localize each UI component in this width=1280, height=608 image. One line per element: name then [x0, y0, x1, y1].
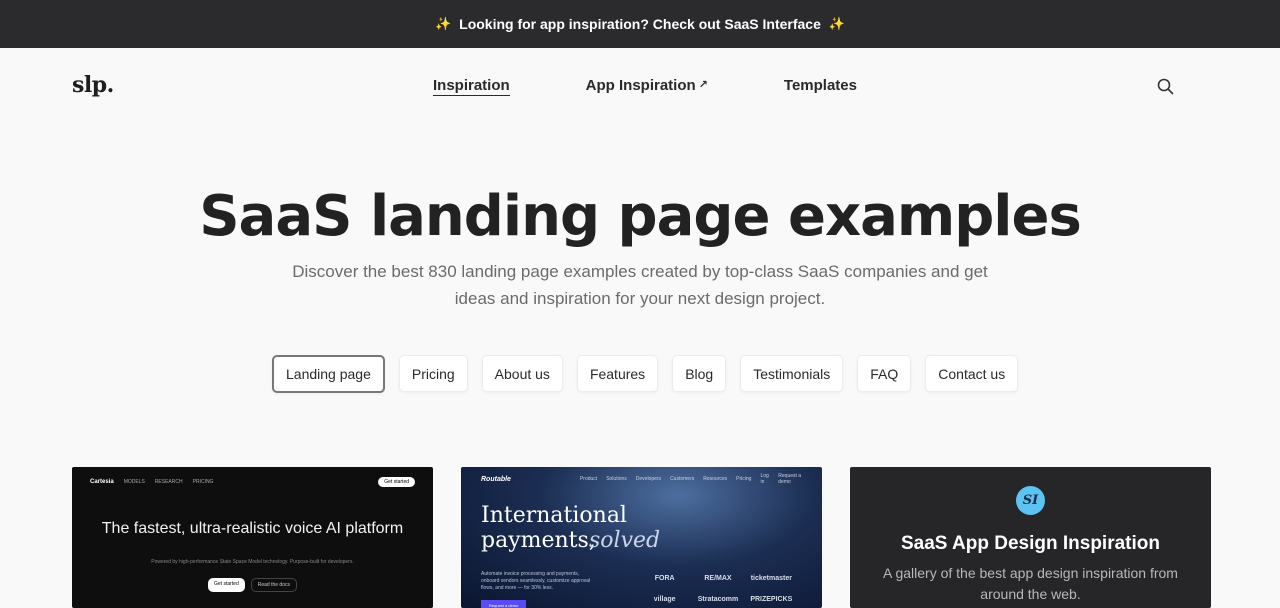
example-card-cartesia[interactable]: Cartesia MODELS RESEARCH PRICING Get sta…: [72, 467, 433, 608]
example-card-routable[interactable]: Routable Product Solutions Developers Cu…: [461, 467, 822, 608]
filter-about-us[interactable]: About us: [481, 355, 563, 392]
card-preview-nav: Cartesia MODELS RESEARCH PRICING Get sta…: [90, 477, 415, 487]
client-logo: FORA: [654, 575, 675, 582]
promo-card-title: SaaS App Design Inspiration: [900, 533, 1160, 554]
promo-card-saas-interface[interactable]: SI SaaS App Design Inspiration A gallery…: [850, 467, 1211, 608]
sparkle-icon: ✨: [434, 16, 452, 31]
filter-blog[interactable]: Blog: [672, 355, 727, 392]
card-preview-subtitle: Powered by high-performance State Space …: [151, 559, 354, 565]
card-nav-item: Pricing: [736, 476, 752, 482]
card-nav-item: PRICING: [192, 479, 214, 485]
top-banner[interactable]: ✨ Looking for app inspiration? Check out…: [0, 0, 1280, 48]
nav-label: App Inspiration: [585, 77, 696, 94]
card-preview-button: Get started: [208, 578, 245, 592]
card-preview-button: Read the docs: [250, 578, 297, 592]
promo-card-text: A gallery of the best app design inspira…: [883, 565, 1178, 602]
card-brand: Routable: [481, 475, 511, 483]
sparkle-icon: ✨: [828, 16, 846, 31]
nav-app-inspiration[interactable]: App Inspiration ↗: [586, 77, 708, 96]
card-preview-title: International payments, solved: [481, 503, 660, 553]
nav-inspiration[interactable]: Inspiration: [433, 77, 510, 96]
banner-text[interactable]: Looking for app inspiration? Check out S…: [459, 16, 821, 32]
client-logo: Stratacomm: [697, 596, 739, 603]
card-nav-item: MODELS: [123, 479, 145, 485]
card-nav-item: RESEARCH: [154, 479, 183, 485]
nav-label: Templates: [783, 77, 857, 94]
card-preview-buttons: Get started Read the docs: [72, 578, 433, 592]
card-nav-item: Log in: [760, 473, 769, 485]
card-preview-subtitle: Automate invoice processing and payments…: [481, 571, 591, 591]
card-nav-item: Product: [579, 476, 598, 482]
card-title-italic: solved: [589, 528, 661, 553]
filter-contact-us[interactable]: Contact us: [925, 355, 1019, 392]
card-preview-title: The fastest, ultra-realistic voice AI pl…: [101, 520, 404, 537]
saas-interface-logo: SI: [1016, 486, 1045, 515]
card-preview-nav: Routable Product Solutions Developers Cu…: [481, 473, 802, 485]
filter-features[interactable]: Features: [576, 355, 659, 392]
client-logo: ticketmaster: [750, 575, 792, 582]
search-icon[interactable]: [1157, 78, 1174, 100]
site-logo[interactable]: slp.: [72, 72, 114, 98]
filter-pricing[interactable]: Pricing: [398, 355, 468, 392]
client-logo: RE/MAX: [704, 575, 732, 582]
site-header: slp. Inspiration App Inspiration ↗ Templa…: [0, 48, 1280, 124]
nav-templates[interactable]: Templates: [784, 77, 857, 96]
client-logo: village: [653, 596, 676, 603]
card-cta: Get started: [378, 477, 415, 487]
card-brand: Cartesia: [90, 479, 114, 485]
client-logo: PRIZEPICKS: [750, 596, 793, 603]
external-link-icon: ↗: [698, 79, 708, 91]
nav-label: Inspiration: [433, 77, 510, 94]
page-title: SaaS landing page examples: [199, 184, 1082, 249]
filter-landing-page[interactable]: Landing page: [272, 355, 385, 393]
card-logo-grid: FORA RE/MAX ticketmaster village Stratac…: [638, 575, 798, 603]
page-subtitle: Discover the best 830 landing page examp…: [292, 262, 988, 308]
category-filters: Landing page Pricing About us Features B…: [272, 355, 1019, 393]
card-nav-item: Resources: [703, 476, 728, 482]
filter-testimonials[interactable]: Testimonials: [740, 355, 844, 392]
filter-faq[interactable]: FAQ: [857, 355, 912, 392]
card-nav-item: Solutions: [606, 476, 627, 482]
main-nav: Inspiration App Inspiration ↗ Templates: [433, 77, 933, 96]
card-nav-item: Developers: [635, 476, 662, 482]
card-nav-item: Customers: [670, 476, 695, 482]
card-preview-button: Request a demo: [481, 600, 527, 608]
card-nav-item: Request a demo: [778, 473, 802, 485]
